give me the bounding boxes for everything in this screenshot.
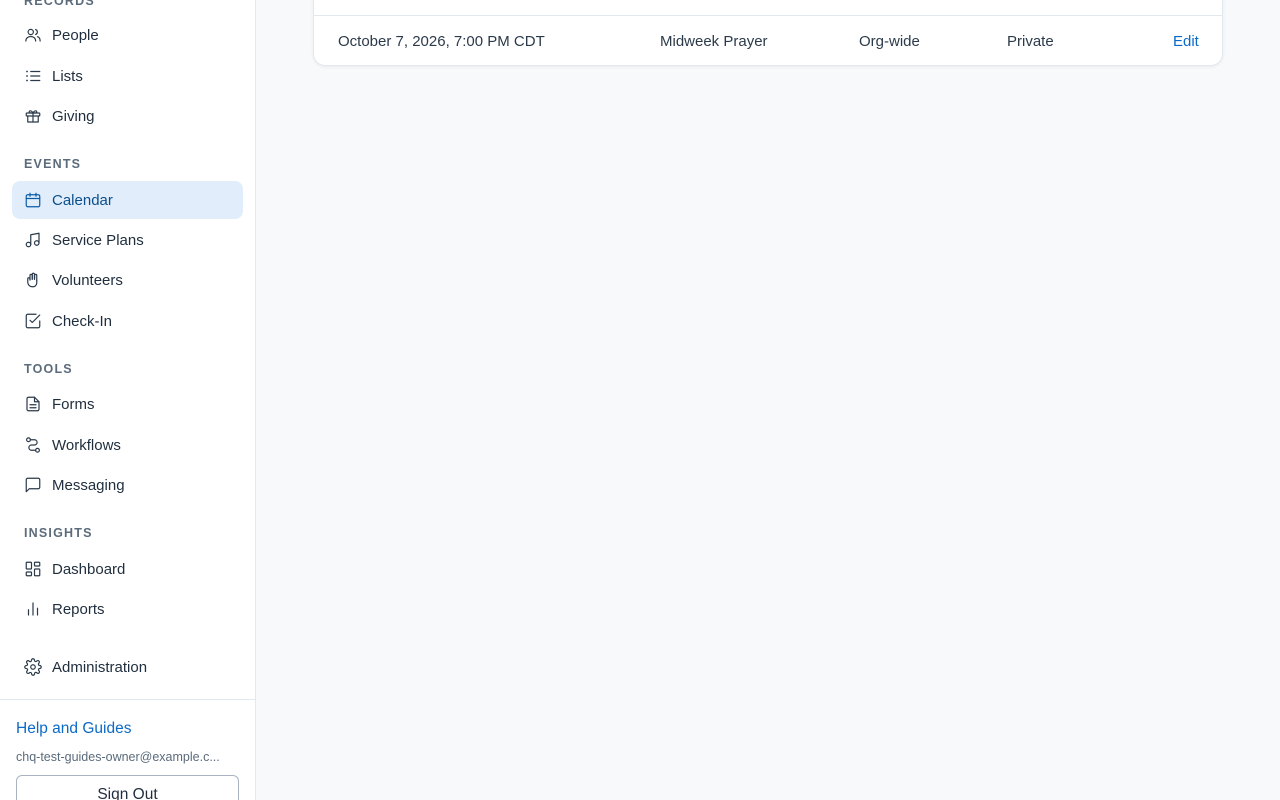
sidebar-item-label: Service Plans	[52, 231, 144, 249]
sidebar-item-label: Messaging	[52, 476, 125, 494]
sidebar-item-forms[interactable]: Forms	[12, 385, 243, 423]
sidebar-item-label: Volunteers	[52, 271, 123, 289]
sidebar-item-label: Administration	[52, 658, 148, 676]
document-icon	[24, 395, 42, 413]
event-scope-cell: Org-wide	[859, 33, 920, 50]
calendar-icon	[24, 191, 42, 209]
sidebar-item-label: Check-In	[52, 312, 113, 330]
sidebar-item-volunteers[interactable]: Volunteers	[12, 261, 243, 299]
sidebar: RECORDS People Lists Giving EVENTS Calen…	[0, 0, 256, 800]
sidebar-item-people[interactable]: People	[12, 16, 243, 54]
gear-icon	[24, 658, 42, 676]
table-header-divider	[314, 15, 1222, 16]
event-date-cell: October 7, 2026, 7:00 PM CDT	[338, 33, 545, 50]
sidebar-item-label: Workflows	[52, 436, 121, 454]
sidebar-item-workflows[interactable]: Workflows	[12, 426, 243, 464]
list-icon	[24, 67, 42, 85]
section-label-events: EVENTS	[24, 157, 82, 171]
sidebar-item-giving[interactable]: Giving	[12, 97, 243, 135]
bar-chart-icon	[24, 600, 42, 618]
user-email: chq-test-guides-owner@example.c...	[16, 750, 220, 764]
help-and-guides-link[interactable]: Help and Guides	[16, 720, 131, 738]
sidebar-item-service-plans[interactable]: Service Plans	[12, 221, 243, 259]
sidebar-item-label: Giving	[52, 107, 95, 125]
event-visibility-cell: Private	[1007, 33, 1054, 50]
sidebar-footer: Help and Guides chq-test-guides-owner@ex…	[0, 699, 255, 800]
check-square-icon	[24, 312, 42, 330]
sidebar-item-label: Lists	[52, 67, 83, 85]
event-name-cell: Midweek Prayer	[660, 33, 768, 50]
users-icon	[24, 26, 42, 44]
sidebar-item-label: Calendar	[52, 191, 113, 209]
sidebar-item-label: Forms	[52, 395, 95, 413]
sidebar-item-label: People	[52, 26, 99, 44]
edit-event-link[interactable]: Edit	[1173, 33, 1199, 50]
section-label-tools: TOOLS	[24, 362, 73, 376]
events-table: October 7, 2026, 7:00 PM CDT Midweek Pra…	[313, 0, 1223, 66]
section-label-records: RECORDS	[24, 0, 95, 8]
gift-icon	[24, 107, 42, 125]
music-note-icon	[24, 231, 42, 249]
section-label-insights: INSIGHTS	[24, 526, 93, 540]
sign-out-button[interactable]: Sign Out	[16, 775, 239, 800]
sidebar-item-label: Dashboard	[52, 560, 126, 578]
sidebar-item-label: Reports	[52, 600, 105, 618]
route-icon	[24, 436, 42, 454]
sidebar-item-reports[interactable]: Reports	[12, 590, 243, 628]
message-icon	[24, 476, 42, 494]
hand-icon	[24, 271, 42, 289]
dashboard-icon	[24, 560, 42, 578]
sidebar-item-messaging[interactable]: Messaging	[12, 466, 243, 504]
sidebar-item-check-in[interactable]: Check-In	[12, 302, 243, 340]
sidebar-item-lists[interactable]: Lists	[12, 57, 243, 95]
sidebar-item-calendar[interactable]: Calendar	[12, 181, 243, 219]
sidebar-item-dashboard[interactable]: Dashboard	[12, 550, 243, 588]
sidebar-item-administration[interactable]: Administration	[12, 648, 243, 686]
